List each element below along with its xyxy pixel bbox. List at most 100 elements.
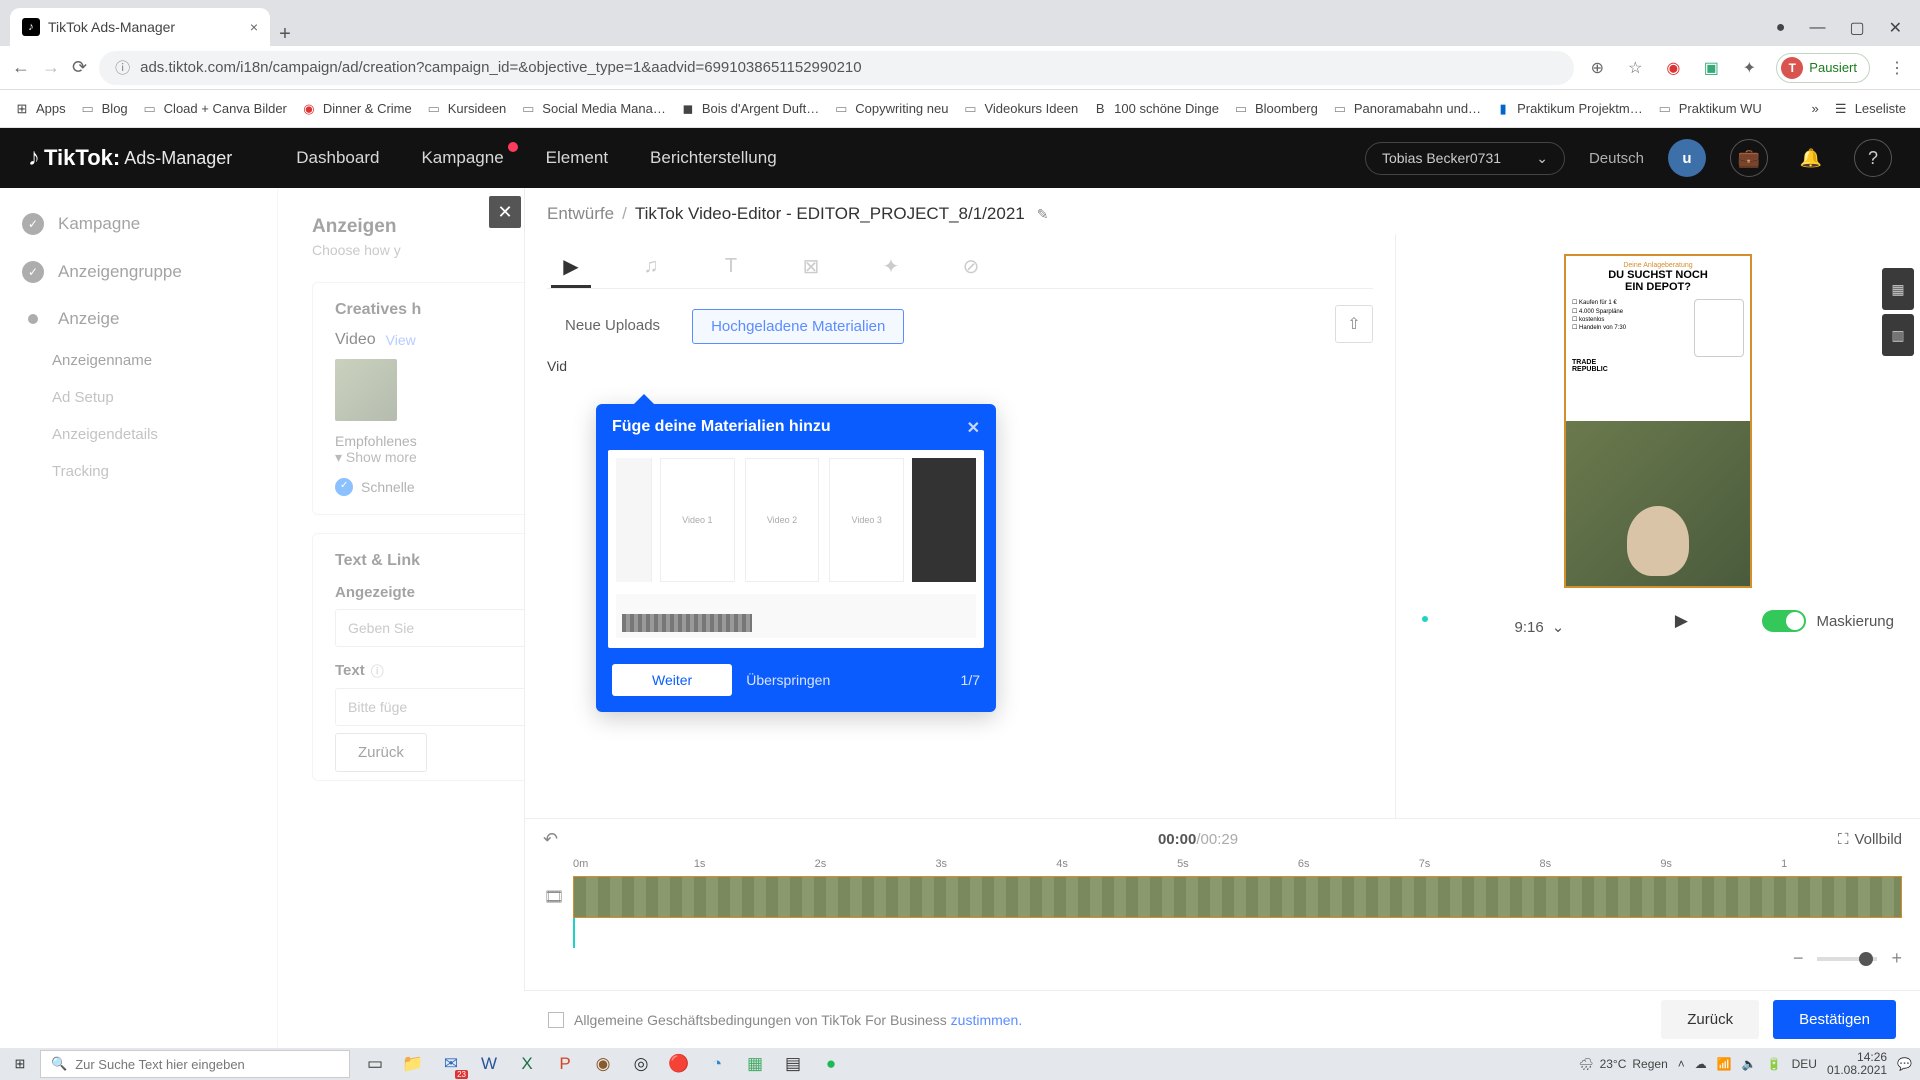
battery-icon[interactable]: 🔋: [1767, 1057, 1782, 1071]
business-icon[interactable]: 💼: [1730, 139, 1768, 177]
close-tab-icon[interactable]: ×: [250, 19, 258, 35]
explorer-icon[interactable]: 📁: [396, 1049, 430, 1079]
bookmark-item[interactable]: ▭Panoramabahn und…: [1332, 101, 1481, 117]
tab-music-icon[interactable]: ♫: [631, 248, 671, 288]
bell-icon[interactable]: 🔔: [1792, 139, 1830, 177]
bookmark-star-icon[interactable]: ☆: [1624, 57, 1646, 79]
fullscreen-button[interactable]: ⛶Vollbild: [1838, 831, 1902, 848]
tiktok-logo[interactable]: ♪ TikTok: Ads-Manager: [28, 144, 232, 172]
zoom-icon[interactable]: ⊕: [1586, 57, 1608, 79]
bookmark-item[interactable]: ▭Blog: [80, 101, 128, 117]
bookmark-item[interactable]: ▮Praktikum Projektm…: [1495, 101, 1643, 117]
crumb-drafts[interactable]: Entwürfe: [547, 204, 614, 224]
profile-chip[interactable]: T Pausiert: [1776, 53, 1870, 83]
popover-close-icon[interactable]: ✕: [967, 418, 980, 438]
powerpoint-icon[interactable]: P: [548, 1049, 582, 1079]
start-button[interactable]: ⊞: [0, 1048, 40, 1080]
video-preview[interactable]: Deine Anlageberatung DU SUCHST NOCH EIN …: [1564, 254, 1752, 588]
word-icon[interactable]: W: [472, 1049, 506, 1079]
app-icon-3[interactable]: ▤: [776, 1049, 810, 1079]
excel-icon[interactable]: X: [510, 1049, 544, 1079]
task-view-icon[interactable]: ▭: [358, 1049, 392, 1079]
obs-icon[interactable]: ◎: [624, 1049, 658, 1079]
edge-icon[interactable]: ◔: [700, 1049, 734, 1079]
footer-confirm-button[interactable]: Bestätigen: [1773, 1000, 1896, 1039]
bookmark-item[interactable]: ▭Videokurs Ideen: [962, 101, 1078, 117]
notifications-icon[interactable]: 💬: [1897, 1057, 1912, 1071]
app-icon[interactable]: ◉: [586, 1049, 620, 1079]
app-icon-2[interactable]: ▦: [738, 1049, 772, 1079]
preview-tool-1-icon[interactable]: ▦: [1882, 268, 1914, 310]
account-dropdown[interactable]: Tobias Becker0731⌄: [1365, 142, 1565, 175]
export-icon[interactable]: ⇧: [1335, 305, 1373, 343]
popover-next-button[interactable]: Weiter: [612, 664, 732, 696]
bookmark-item[interactable]: ◼Bois d'Argent Duft…: [680, 101, 819, 117]
language-selector[interactable]: Deutsch: [1589, 150, 1644, 167]
spotify-icon[interactable]: ●: [814, 1049, 848, 1079]
bookmark-item[interactable]: ◉Dinner & Crime: [301, 101, 412, 117]
back-icon[interactable]: ←: [12, 57, 30, 78]
bookmark-item[interactable]: ▭Cload + Canva Bilder: [142, 101, 287, 117]
tray-chevron-icon[interactable]: ˄: [1678, 1057, 1685, 1071]
bookmarks-overflow-icon[interactable]: »: [1811, 101, 1818, 116]
aspect-ratio-dropdown[interactable]: 9:16⌄: [1503, 612, 1577, 642]
upload-tab-loaded[interactable]: Hochgeladene Materialien: [692, 309, 904, 344]
extension-icon-2[interactable]: ▣: [1700, 57, 1722, 79]
preview-tool-2-icon[interactable]: ▥: [1882, 314, 1914, 356]
mail-icon[interactable]: ✉23: [434, 1049, 468, 1079]
close-editor-icon[interactable]: ✕: [489, 196, 521, 228]
tab-text-icon[interactable]: T: [711, 248, 751, 288]
reading-list[interactable]: ☰Leseliste: [1833, 101, 1906, 117]
account-dot-icon[interactable]: ●: [1776, 19, 1786, 37]
onedrive-icon[interactable]: ☁: [1695, 1057, 1707, 1071]
weather-widget[interactable]: 🌧 23°C Regen: [1578, 1057, 1667, 1071]
footer-back-button[interactable]: Zurück: [1661, 1000, 1759, 1039]
play-icon[interactable]: ▶: [1675, 611, 1688, 631]
nav-element[interactable]: Element: [546, 148, 608, 168]
close-window-icon[interactable]: ✕: [1889, 18, 1902, 38]
url-input[interactable]: ⓘ ads.tiktok.com/i18n/campaign/ad/creati…: [99, 51, 1574, 85]
nav-reporting[interactable]: Berichterstellung: [650, 148, 777, 168]
nav-kampagne[interactable]: Kampagne: [421, 148, 503, 168]
agb-checkbox[interactable]: [548, 1012, 564, 1028]
minimize-icon[interactable]: —: [1809, 19, 1825, 37]
apps-bookmark[interactable]: ⊞Apps: [14, 101, 66, 117]
video-track[interactable]: 🎞: [573, 876, 1902, 918]
extensions-puzzle-icon[interactable]: ✦: [1738, 57, 1760, 79]
zoom-slider[interactable]: [1817, 957, 1877, 961]
bookmark-item[interactable]: B100 schöne Dinge: [1092, 101, 1219, 117]
site-info-icon[interactable]: ⓘ: [115, 57, 130, 78]
bookmark-item[interactable]: ▭Kursideen: [426, 101, 507, 117]
edit-name-icon[interactable]: ✎: [1037, 206, 1049, 223]
zoom-out-icon[interactable]: −: [1793, 948, 1804, 969]
agb-link[interactable]: zustimmen.: [951, 1012, 1023, 1028]
maximize-icon[interactable]: ▢: [1849, 18, 1864, 38]
menu-dots-icon[interactable]: ⋮: [1886, 57, 1908, 79]
tab-video-icon[interactable]: ▶: [551, 248, 591, 288]
tab-effects-icon[interactable]: ✦: [871, 248, 911, 288]
upload-tab-new[interactable]: Neue Uploads: [547, 309, 678, 344]
bookmark-item[interactable]: ▭Social Media Mana…: [520, 101, 666, 117]
new-tab-button[interactable]: +: [270, 23, 300, 46]
bookmark-item[interactable]: ▭Bloomberg: [1233, 101, 1318, 117]
user-avatar[interactable]: u: [1668, 139, 1706, 177]
tab-stickers-icon[interactable]: ⊘: [951, 248, 991, 288]
bookmark-item[interactable]: ▭Copywriting neu: [833, 101, 948, 117]
chrome-icon[interactable]: 🔴: [662, 1049, 696, 1079]
popover-skip-link[interactable]: Überspringen: [746, 672, 830, 688]
zoom-in-icon[interactable]: +: [1891, 948, 1902, 969]
reload-icon[interactable]: ⟳: [72, 57, 87, 78]
undo-icon[interactable]: ↶: [543, 829, 558, 850]
clock[interactable]: 14:26 01.08.2021: [1827, 1051, 1887, 1077]
browser-tab[interactable]: ♪ TikTok Ads-Manager ×: [10, 8, 270, 46]
volume-icon[interactable]: 🔈: [1742, 1057, 1757, 1071]
tab-transition-icon[interactable]: ⊠: [791, 248, 831, 288]
time-ruler[interactable]: 0m1s2s3s4s5s6s7s8s9s1: [573, 858, 1902, 870]
extension-icon-1[interactable]: ◉: [1662, 57, 1684, 79]
mask-toggle[interactable]: [1762, 610, 1806, 632]
language-indicator[interactable]: DEU: [1792, 1057, 1817, 1071]
taskbar-search[interactable]: 🔍Zur Suche Text hier eingeben: [40, 1050, 350, 1078]
network-icon[interactable]: 📶: [1717, 1057, 1732, 1071]
bookmark-item[interactable]: ▭Praktikum WU: [1657, 101, 1762, 117]
help-icon[interactable]: ?: [1854, 139, 1892, 177]
